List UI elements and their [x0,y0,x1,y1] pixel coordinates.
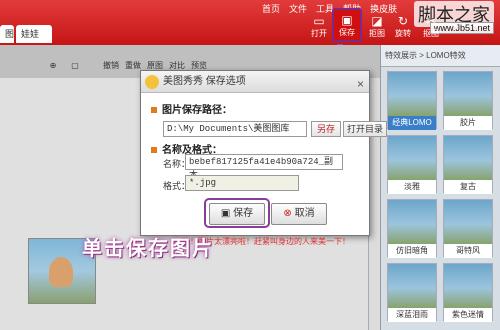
thumb-retro[interactable]: 复古 [443,135,493,194]
instruction-callout: 单击保存图片 [82,238,214,260]
meitu-logo-icon [145,75,159,89]
compare-button[interactable]: 对比 [166,60,188,71]
bullet-icon [151,147,157,153]
menu-home[interactable]: 首页 [262,2,280,15]
cutout-button[interactable]: ✂ 抠图 [418,14,444,39]
effects-panel: 特效展示 > LOMO特效 经典LOMO 胶片 淡雅 复古 仿旧暗角 哥特风 深… [380,45,500,330]
thumb-gothic[interactable]: 哥特风 [443,199,493,258]
path-field[interactable]: D:\My Documents\美图图库 [163,121,307,137]
thumb-lomo[interactable]: 经典LOMO [387,71,437,130]
path-section: 图片保存路径： [151,101,232,116]
zoom-icon[interactable]: ⊕ [42,61,64,70]
redo-button[interactable]: 重做 [122,60,144,71]
thumb-purple[interactable]: 紫色迷情 [443,263,493,322]
rotate-icon: ↻ [397,14,409,28]
tab-image[interactable]: 图 [0,25,14,43]
fit-icon[interactable]: ▢ [64,61,86,70]
cancel-button[interactable]: ⊗ 取消 [271,203,327,225]
menu-file[interactable]: 文件 [289,2,307,15]
thumb-vignette[interactable]: 仿旧暗角 [387,199,437,258]
close-icon[interactable]: × [357,73,364,95]
save-highlight-ring [204,198,270,228]
format-field[interactable]: *.jpg [185,175,299,191]
open-button[interactable]: ▭ 打开 [306,14,332,39]
open-dir-button[interactable]: 打开目录 [343,121,387,137]
folder-icon: ▭ [313,14,325,28]
tab-doll[interactable]: 娃娃 [16,25,52,43]
dialog-title-bar: 美图秀秀 保存选项 × [141,71,369,93]
dialog-title: 美图秀秀 保存选项 [163,76,246,87]
save-as-button[interactable]: 另存 [311,121,341,137]
undo-button[interactable]: 撤销 [100,60,122,71]
scissors-icon: ✂ [425,14,437,28]
bullet-icon [151,107,157,113]
panel-header: 特效展示 > LOMO特效 [381,45,500,67]
thumb-film[interactable]: 胶片 [443,71,493,130]
figure [49,257,73,287]
crop-button[interactable]: ◪ 拒图 [364,14,390,39]
original-button[interactable]: 原图 [144,60,166,71]
floppy-icon: ▣ [341,13,353,27]
rotate-button[interactable]: ↻ 旋转 [390,14,416,39]
preview-button[interactable]: 预览 [188,60,210,71]
save-button-top[interactable]: ▣ 保存 [332,8,362,42]
filename-field[interactable]: bebef817125fa41e4b90a724_副本 [185,154,343,181]
thumb-elegant[interactable]: 淡雅 [387,135,437,194]
crop-icon: ◪ [371,14,383,28]
cancel-icon: ⊗ [283,208,295,219]
thumb-blue-rain[interactable]: 深蓝泪雨 [387,263,437,322]
